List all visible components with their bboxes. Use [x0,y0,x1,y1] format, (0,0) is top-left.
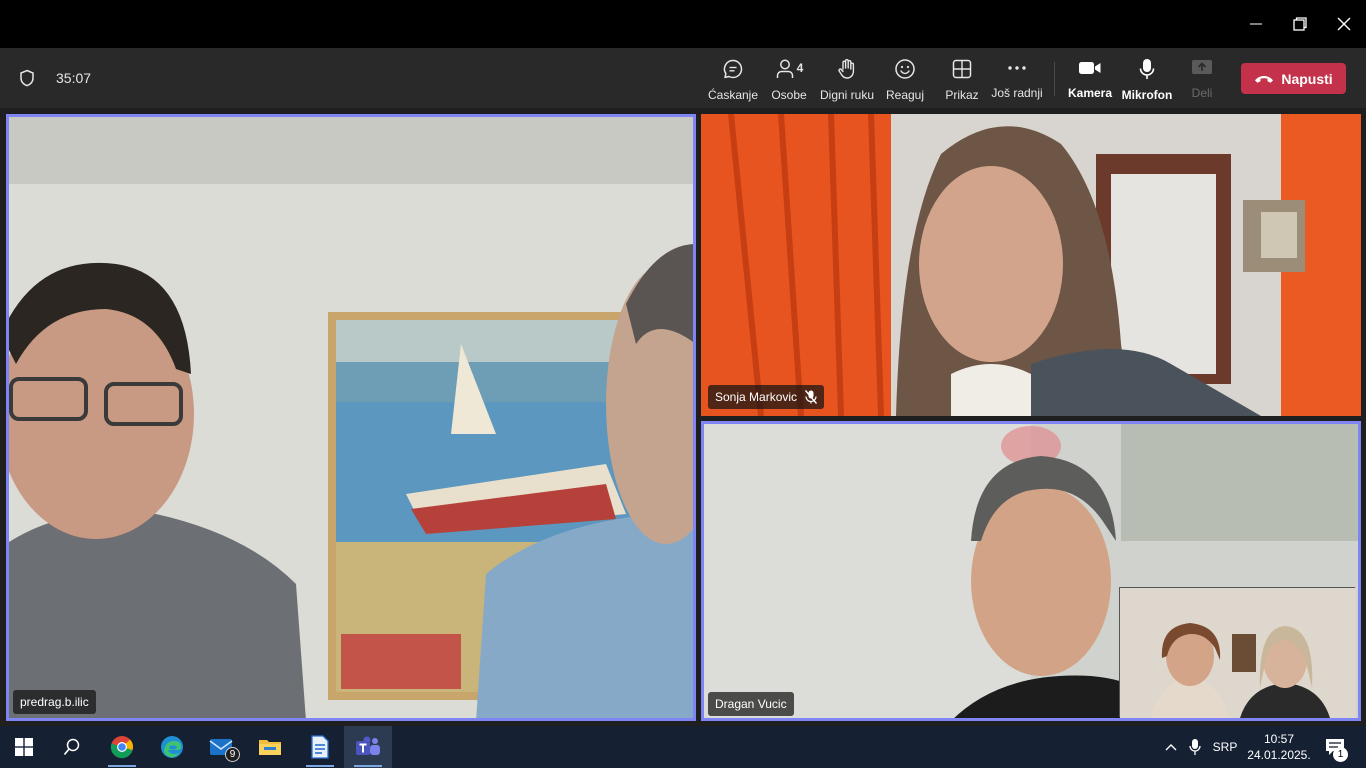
start-button[interactable] [0,726,48,768]
participant-name-chip: Dragan Vucic [708,692,794,716]
restore-button[interactable] [1280,8,1320,40]
meeting-toolbar: 35:07 Ćaskanje 4 Osobe Digni ruku Reaguj… [0,48,1366,108]
participant-tile-predrag[interactable]: predrag.b.ilic [6,114,696,721]
file-explorer-icon [259,740,281,755]
people-icon [776,59,793,78]
participant-tile-sonja[interactable]: Sonja Markovic [701,114,1361,416]
more-actions-button[interactable]: Još radnji [990,58,1044,100]
video-feed-sonja [701,114,1361,416]
participant-tile-dragan[interactable]: Dragan Vucic [701,421,1361,721]
meeting-timer: 35:07 [56,70,92,86]
search-icon [63,738,80,756]
raise-hand-button[interactable]: Digni ruku [819,58,875,102]
windows-start-icon [15,738,33,756]
taskbar-search-button[interactable] [48,726,96,768]
toolbar-separator [1054,62,1055,96]
minimize-icon [1250,23,1262,25]
people-button[interactable]: 4 Osobe [767,58,811,102]
camera-button[interactable]: Kamera [1068,58,1112,100]
participant-name-chip: predrag.b.ilic [13,690,96,714]
shield-icon [20,69,34,87]
windows-taskbar: 9 SRP 10:57 24.01.2025. 1 [0,726,1366,768]
restore-icon [1293,17,1307,31]
input-language-indicator[interactable]: SRP [1208,726,1242,768]
window-title-bar [0,0,1366,48]
participant-name-chip: Sonja Markovic [708,385,825,409]
document-app-icon [311,735,329,759]
edge-icon [161,736,183,758]
taskbar-edge[interactable] [148,726,196,768]
video-camera-icon [1079,62,1101,74]
microphone-icon [1139,59,1155,79]
chevron-up-icon [1165,744,1177,751]
taskbar-chrome[interactable] [98,726,146,768]
taskbar-clock[interactable]: 10:57 24.01.2025. [1242,731,1316,763]
video-stage: predrag.b.ilic Sonja Markovic Dragan Vuc… [0,108,1366,726]
teams-icon [356,736,380,755]
notification-center-button[interactable]: 1 [1318,726,1352,768]
share-button[interactable]: Deli [1182,58,1222,100]
more-dots-icon [1008,66,1026,70]
view-button[interactable]: Prikaz [940,58,984,102]
microphone-icon [1189,739,1201,755]
leave-button[interactable]: Napusti [1241,63,1346,94]
people-count: 4 [796,61,804,75]
microphone-button[interactable]: Mikrofon [1122,58,1172,102]
react-button[interactable]: Reaguj [883,58,927,102]
taskbar-file-explorer[interactable] [246,726,294,768]
notification-count-badge: 1 [1333,747,1348,762]
close-button[interactable] [1324,8,1364,40]
mail-unread-badge: 9 [225,747,240,762]
smiley-icon [895,59,915,79]
chrome-icon [110,736,133,759]
video-feed-predrag [6,114,696,721]
self-view-preview[interactable] [1119,587,1356,718]
tray-microphone-button[interactable] [1184,726,1206,768]
hand-icon [838,59,855,79]
hang-up-phone-icon [1255,75,1274,83]
share-screen-icon [1192,60,1212,74]
taskbar-teams[interactable] [344,726,392,768]
minimize-button[interactable] [1236,8,1276,40]
taskbar-document-app[interactable] [296,726,344,768]
layout-grid-icon [952,59,972,79]
chat-button[interactable]: Ćaskanje [708,58,758,102]
close-icon [1337,17,1351,31]
microphone-muted-icon [805,390,818,404]
tray-show-hidden-button[interactable] [1160,726,1182,768]
chat-icon [723,59,743,79]
taskbar-mail[interactable]: 9 [198,726,246,768]
video-feed-self [1120,588,1356,718]
